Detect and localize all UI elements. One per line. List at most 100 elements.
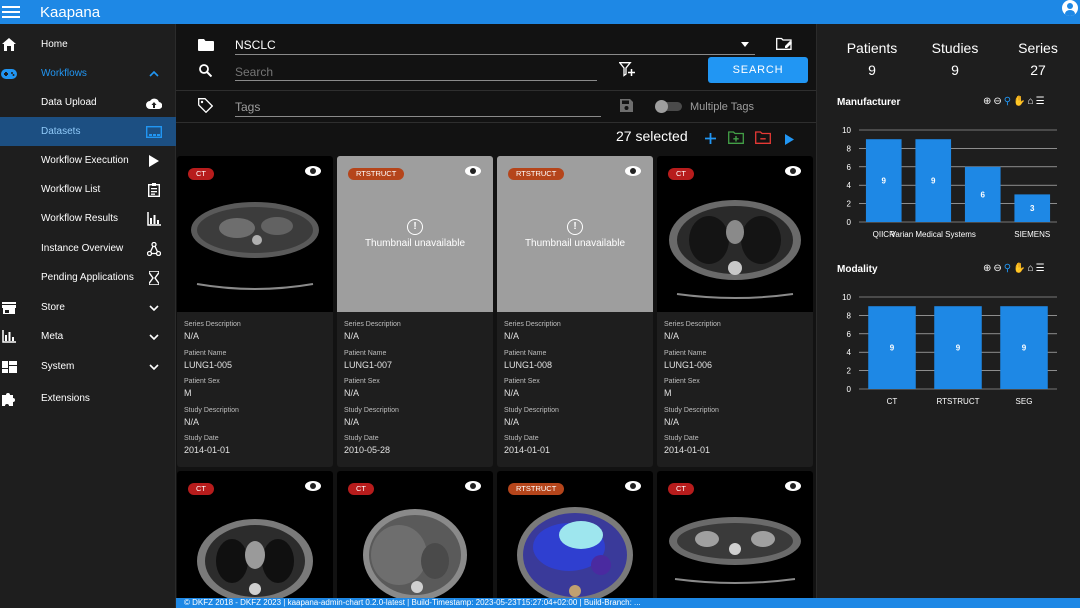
- sidebar-item-store[interactable]: Store: [0, 293, 176, 322]
- tags-placeholder: Tags: [235, 100, 261, 114]
- y-tick-label: 8: [847, 311, 852, 320]
- chart-toolbar: ⊕⊖⚲✋⌂☰: [983, 263, 1047, 274]
- selected-count: 27 selected: [616, 128, 688, 144]
- series-description-key: Series Description: [504, 321, 561, 328]
- eye-icon[interactable]: [785, 166, 801, 176]
- data-label: 9: [956, 344, 961, 353]
- modality-badge: CT: [348, 483, 374, 495]
- study-date-value: 2014-01-01: [504, 445, 551, 455]
- stat-series: Series 27: [1003, 40, 1073, 78]
- sidebar-item-system[interactable]: System: [0, 352, 176, 381]
- data-label: 9: [1022, 344, 1027, 353]
- search-input[interactable]: [235, 64, 597, 81]
- sidebar-item-workflow-results[interactable]: Workflow Results: [0, 204, 176, 233]
- home-icon: [1, 37, 17, 53]
- multiple-tags-toggle[interactable]: [655, 100, 682, 113]
- stat-label: Series: [1018, 40, 1058, 56]
- series-card[interactable]: CT Series Description N/A Patient Name L…: [657, 156, 813, 467]
- chart-title-manufacturer: Manufacturer: [837, 97, 901, 108]
- view-gallery-icon: [146, 124, 162, 140]
- chart-menu-icon[interactable]: ☰: [1036, 263, 1047, 274]
- sidebar: Home Workflows Data Upload Datasets Work…: [0, 24, 176, 608]
- modality-badge: RTSTRUCT: [508, 483, 565, 495]
- eye-icon[interactable]: [625, 481, 641, 491]
- series-card[interactable]: RTSTRUCT ! Thumbnail unavailable Series …: [337, 156, 493, 467]
- zoom-out-icon[interactable]: ⊖: [993, 263, 1003, 274]
- stat-studies: Studies 9: [920, 40, 990, 78]
- zoom-select-icon[interactable]: ⚲: [1004, 263, 1013, 274]
- chevron-up-icon: [146, 66, 162, 82]
- series-card[interactable]: CT: [657, 471, 813, 608]
- thumbnail-unavailable-text: Thumbnail unavailable: [364, 238, 466, 249]
- series-description-value: N/A: [664, 331, 680, 341]
- series-card[interactable]: RTSTRUCT ! Thumbnail unavailable Series …: [497, 156, 653, 467]
- series-card[interactable]: CT Series Description N/A Patient Name L…: [177, 156, 333, 467]
- sidebar-item-pending-applications[interactable]: Pending Applications: [0, 263, 176, 292]
- dataset-select[interactable]: NSCLC: [235, 38, 755, 55]
- zoom-in-icon[interactable]: ⊕: [983, 263, 993, 274]
- sidebar-item-workflow-list[interactable]: Workflow List: [0, 175, 176, 204]
- folder-edit-icon[interactable]: [776, 37, 793, 56]
- tag-icon: [198, 98, 214, 118]
- eye-icon[interactable]: [465, 481, 481, 491]
- series-thumbnail[interactable]: RTSTRUCT ! Thumbnail unavailable: [337, 156, 493, 312]
- eye-icon[interactable]: [785, 481, 801, 491]
- view-dashboard-icon: [1, 359, 17, 375]
- patient-name-value: LUNG1-007: [344, 359, 393, 370]
- study-description-value: N/A: [664, 416, 680, 427]
- footer: © DKFZ 2018 - DKFZ 2023 | kaapana-admin-…: [176, 598, 1080, 608]
- study-date-key: Study Date: [344, 435, 379, 442]
- eye-icon[interactable]: [305, 166, 321, 176]
- menu-icon[interactable]: [2, 6, 20, 18]
- study-description-key: Study Description: [344, 406, 399, 414]
- toggle-thumb: [655, 100, 668, 113]
- sidebar-item-workflow-execution[interactable]: Workflow Execution: [0, 146, 176, 175]
- sidebar-item-home[interactable]: Home: [0, 30, 176, 59]
- zoom-out-icon[interactable]: ⊖: [993, 96, 1003, 107]
- save-icon[interactable]: [620, 99, 633, 117]
- folder-plus-icon[interactable]: [728, 131, 744, 149]
- zoom-select-icon[interactable]: ⚲: [1004, 96, 1013, 107]
- eye-icon[interactable]: [305, 481, 321, 491]
- series-card[interactable]: CT: [177, 471, 333, 608]
- sidebar-item-data-upload[interactable]: Data Upload: [0, 88, 176, 117]
- account-icon[interactable]: [1062, 0, 1078, 16]
- sidebar-item-meta[interactable]: Meta: [0, 322, 176, 351]
- data-label: 9: [931, 177, 936, 186]
- series-thumbnail[interactable]: CT: [657, 471, 813, 608]
- filter-plus-icon[interactable]: [618, 62, 635, 82]
- pan-hand-icon[interactable]: ✋: [1013, 263, 1027, 274]
- tags-input[interactable]: Tags: [235, 100, 601, 117]
- play-icon[interactable]: [785, 132, 794, 150]
- series-thumbnail[interactable]: RTSTRUCT ! Thumbnail unavailable: [497, 156, 653, 312]
- stat-value: 9: [868, 62, 876, 78]
- series-card[interactable]: RTSTRUCT: [497, 471, 653, 608]
- search-icon: [199, 64, 213, 82]
- chart-title-modality: Modality: [837, 264, 878, 275]
- sidebar-item-instance-overview[interactable]: Instance Overview: [0, 234, 176, 263]
- sidebar-item-label: Datasets: [41, 126, 81, 137]
- reset-home-icon[interactable]: ⌂: [1028, 96, 1036, 107]
- reset-home-icon[interactable]: ⌂: [1028, 263, 1036, 274]
- add-icon[interactable]: [705, 131, 716, 149]
- eye-icon[interactable]: [465, 166, 481, 176]
- chart-menu-icon[interactable]: ☰: [1036, 96, 1047, 107]
- series-thumbnail[interactable]: CT: [177, 156, 333, 312]
- sidebar-item-extensions[interactable]: Extensions: [0, 384, 176, 413]
- folder-remove-icon[interactable]: [755, 131, 771, 149]
- search-button[interactable]: SEARCH: [708, 57, 808, 83]
- pan-hand-icon[interactable]: ✋: [1013, 96, 1027, 107]
- sidebar-item-workflows[interactable]: Workflows: [0, 59, 176, 88]
- chart-box-icon: [146, 211, 162, 227]
- patient-name-key: Patient Name: [504, 349, 547, 357]
- sidebar-item-label: Workflow Results: [41, 213, 119, 224]
- eye-icon[interactable]: [625, 166, 641, 176]
- series-thumbnail[interactable]: CT: [177, 471, 333, 608]
- series-card[interactable]: CT: [337, 471, 493, 608]
- series-thumbnail[interactable]: CT: [337, 471, 493, 608]
- zoom-in-icon[interactable]: ⊕: [983, 96, 993, 107]
- series-thumbnail[interactable]: RTSTRUCT: [497, 471, 653, 608]
- study-date-key: Study Date: [184, 435, 219, 442]
- series-thumbnail[interactable]: CT: [657, 156, 813, 312]
- sidebar-item-datasets[interactable]: Datasets: [0, 117, 176, 146]
